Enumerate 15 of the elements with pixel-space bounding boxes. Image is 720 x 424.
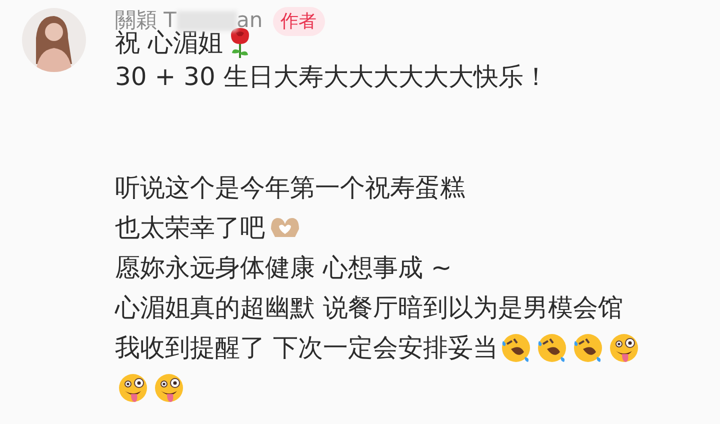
- laughing-face-icon: [536, 332, 568, 364]
- zany-face-icon: [608, 332, 640, 364]
- zany-face-icon: [117, 372, 149, 404]
- comment-line: 愿妳永远身体健康 心想事成 ~: [115, 252, 452, 284]
- comment-line: 也太荣幸了吧: [115, 212, 265, 244]
- author-name: an: [236, 7, 263, 34]
- zany-face-icon: [153, 372, 185, 404]
- comment-line: 30 + 30 生日大寿大大大大大大快乐！: [115, 61, 548, 94]
- redaction-blur: [176, 11, 237, 31]
- comment-line: 听说这个是今年第一个祝寿蛋糕: [115, 172, 465, 204]
- comment-line: 我收到提醒了 下次一定会安排妥当: [115, 332, 498, 364]
- comment-line: 心湄姐真的超幽默 说餐厅暗到以为是男模会馆: [115, 292, 623, 324]
- author-tag: 作者: [272, 6, 325, 36]
- laughing-face-icon: [572, 332, 604, 364]
- laughing-face-icon: [500, 332, 532, 364]
